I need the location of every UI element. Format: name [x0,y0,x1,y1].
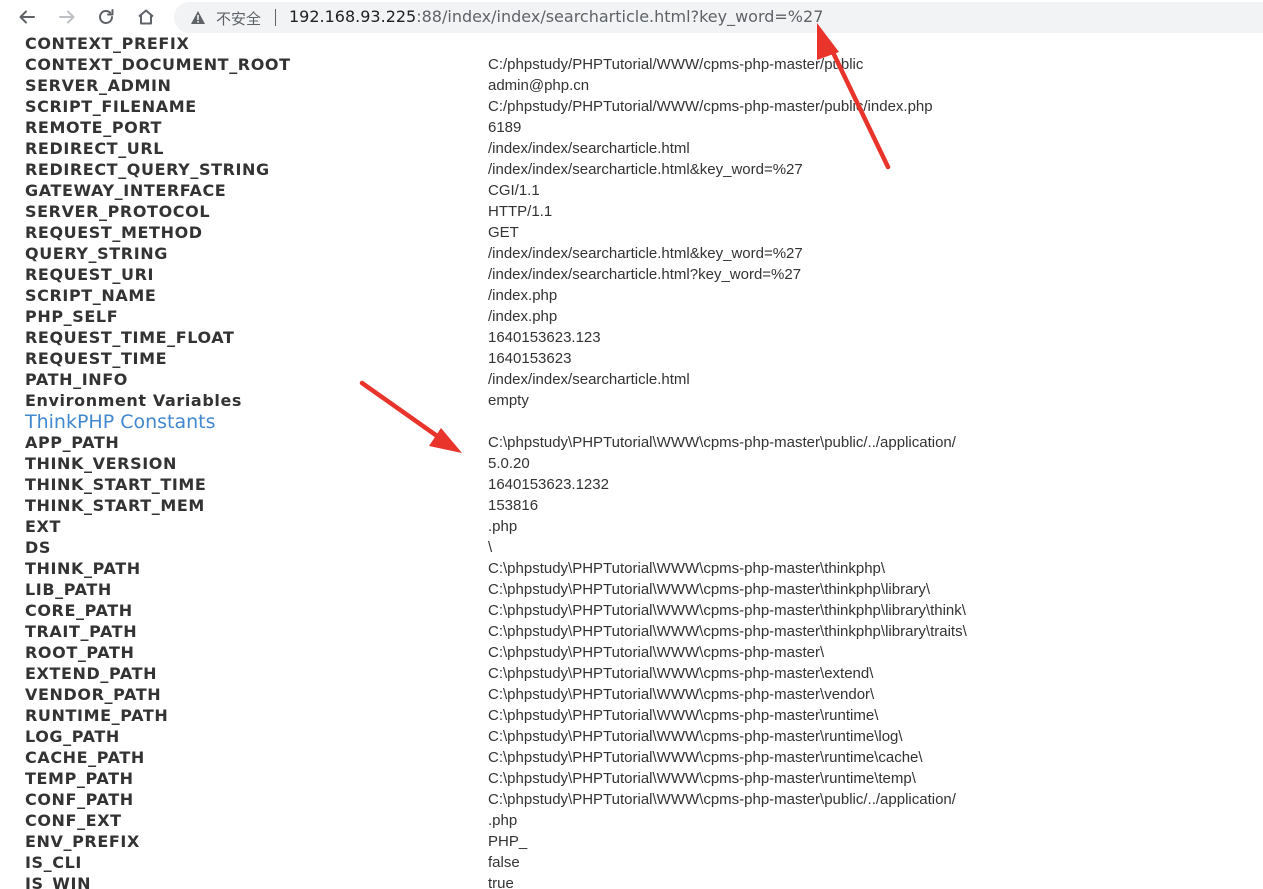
row-key: THINK_START_MEM [25,496,205,515]
home-button[interactable] [133,4,159,30]
reload-button[interactable] [93,4,119,30]
row-key: IS_CLI [25,853,82,872]
back-button[interactable] [14,4,40,30]
row-key: QUERY_STRING [25,244,168,263]
row-key: EXTEND_PATH [25,664,158,683]
row-value: /index/index/searcharticle.html&key_word… [488,161,803,178]
row-key: THINK_START_TIME [25,475,207,494]
row-key: CONTEXT_PREFIX [25,35,190,53]
reload-icon [99,9,114,24]
row-key: EXT [25,517,61,536]
row-key: ROOT_PATH [25,643,135,662]
forward-button[interactable] [54,4,80,30]
row-key: DS [25,538,52,557]
row-key: CONF_PATH [25,790,134,809]
row-value: C:\phpstudy\PHPTutorial\WWW\cpms-php-mas… [488,602,966,619]
row-key: TRAIT_PATH [25,622,138,641]
row-key: THINK_VERSION [25,454,177,473]
row-value: C:\phpstudy\PHPTutorial\WWW\cpms-php-mas… [488,770,916,787]
row-value: 1640153623.1232 [488,476,609,493]
row-key: VENDOR_PATH [25,685,162,704]
row-value: C:\phpstudy\PHPTutorial\WWW\cpms-php-mas… [488,581,931,598]
row-key: SCRIPT_FILENAME [25,97,197,116]
forward-icon [59,10,75,24]
row-value: /index/index/searcharticle.html [488,140,690,157]
address-bar[interactable]: 不安全 192.168.93.225:88/index/index/search… [174,2,1263,33]
row-value: GET [488,224,519,241]
row-key: REQUEST_METHOD [25,223,203,242]
row-key: PATH_INFO [25,370,128,389]
row-key: SERVER_ADMIN [25,76,172,95]
row-key: CONTEXT_DOCUMENT_ROOT [25,55,291,74]
insecure-label[interactable]: 不安全 [216,8,261,29]
row-value: /index/index/searcharticle.html&key_word… [488,245,803,262]
row-key: THINK_PATH [25,559,141,578]
row-value: /index.php [488,308,558,325]
row-value: /index/index/searcharticle.html?key_word… [488,266,802,283]
row-key: SCRIPT_NAME [25,286,157,305]
row-value: C:\phpstudy\PHPTutorial\WWW\cpms-php-mas… [488,791,956,808]
row-value: 1640153623 [488,350,572,367]
row-value: C:\phpstudy\PHPTutorial\WWW\cpms-php-mas… [488,644,825,661]
url-text[interactable]: 192.168.93.225:88/index/index/searcharti… [289,7,823,26]
row-value: C:\phpstudy\PHPTutorial\WWW\cpms-php-mas… [488,434,956,451]
row-key: REQUEST_TIME_FLOAT [25,328,235,347]
row-value: C:\phpstudy\PHPTutorial\WWW\cpms-php-mas… [488,560,886,577]
page-content: CONTEXT_PREFIX CONTEXT_DOCUMENT_ROOT C:/ph… [0,35,1263,889]
section-title: ThinkPHP Constants [25,411,216,433]
row-value: \ [488,539,493,556]
row-key: LOG_PATH [25,727,120,746]
row-value: 5.0.20 [488,455,530,472]
row-value: C:/phpstudy/PHPTutorial/WWW/cpms-php-mas… [488,56,864,73]
row-key: Environment Variables [25,391,243,410]
row-key: TEMP_PATH [25,769,134,788]
row-key: ENV_PREFIX [25,832,140,851]
row-key: LIB_PATH [25,580,112,599]
row-key: REMOTE_PORT [25,118,163,137]
url-path: :88/index/index/searcharticle.html?key_w… [416,7,824,26]
row-key: CORE_PATH [25,601,133,620]
row-key: CACHE_PATH [25,748,145,767]
row-value: /index.php [488,287,558,304]
browser-toolbar: 不安全 192.168.93.225:88/index/index/search… [0,0,1263,35]
row-value: 6189 [488,119,522,136]
row-value: C:\phpstudy\PHPTutorial\WWW\cpms-php-mas… [488,665,874,682]
row-value: HTTP/1.1 [488,203,553,220]
row-key: PHP_SELF [25,307,119,326]
row-value: CGI/1.1 [488,182,540,199]
row-value: C:\phpstudy\PHPTutorial\WWW\cpms-php-mas… [488,707,879,724]
row-value: PHP_ [488,833,528,850]
row-key: IS_WIN [25,874,92,889]
row-key: CONF_EXT [25,811,122,830]
row-key: REDIRECT_QUERY_STRING [25,160,270,179]
row-key: APP_PATH [25,433,120,452]
row-value: C:\phpstudy\PHPTutorial\WWW\cpms-php-mas… [488,623,967,640]
omnibox-divider [275,9,276,26]
row-value: false [488,854,520,871]
row-key: SERVER_PROTOCOL [25,202,211,221]
url-host: 192.168.93.225 [289,7,417,26]
row-value: admin@php.cn [488,77,590,94]
warning-icon[interactable] [190,10,206,25]
row-value: C:\phpstudy\PHPTutorial\WWW\cpms-php-mas… [488,749,923,766]
row-value: .php [488,812,518,829]
row-key: REDIRECT_URL [25,139,165,158]
row-value: C:\phpstudy\PHPTutorial\WWW\cpms-php-mas… [488,686,875,703]
home-icon [138,9,154,25]
row-value: empty [488,392,529,409]
row-value: .php [488,518,518,535]
row-key: RUNTIME_PATH [25,706,169,725]
row-value: C:\phpstudy\PHPTutorial\WWW\cpms-php-mas… [488,728,903,745]
row-value: C:/phpstudy/PHPTutorial/WWW/cpms-php-mas… [488,98,933,115]
back-icon [19,10,35,24]
row-key: REQUEST_URI [25,265,155,284]
row-value: 153816 [488,497,539,514]
row-value: /index/index/searcharticle.html [488,371,690,388]
row-key: REQUEST_TIME [25,349,168,368]
row-value: 1640153623.123 [488,329,601,346]
row-value: true [488,875,514,889]
row-key: GATEWAY_INTERFACE [25,181,227,200]
